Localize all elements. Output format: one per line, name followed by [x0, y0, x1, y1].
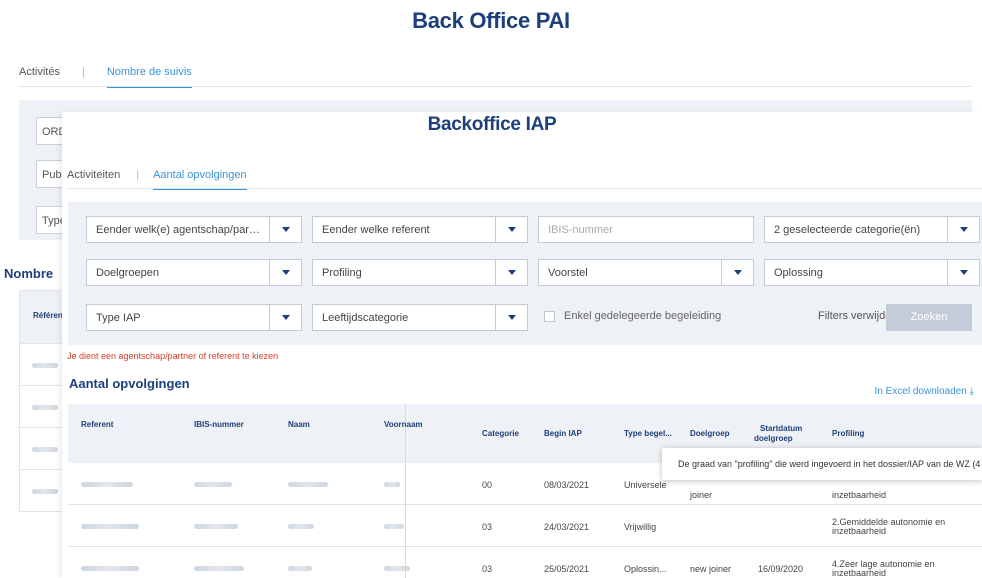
column-header-name[interactable]: Naam	[288, 420, 310, 429]
tab-bar: Activiteiten | Aantal opvolgingen	[67, 169, 247, 190]
download-icon: ⤓	[969, 386, 974, 397]
column-header: Référent	[20, 291, 68, 343]
agency-select-value: Eender welk(e) agentschap/partner	[96, 224, 261, 236]
chevron-down-icon[interactable]	[947, 259, 980, 286]
chevron-down-icon[interactable]	[269, 259, 302, 286]
foreground-window-iap: Backoffice IAP Activiteiten | Aantal opvol…	[62, 112, 982, 578]
table-row[interactable]	[20, 343, 68, 385]
excel-download-link[interactable]: In Excel downloaden ⤓	[875, 386, 975, 397]
section-title: Nombre	[4, 266, 54, 281]
column-header-begin-iap[interactable]: Begin IAP	[544, 429, 582, 438]
cell-type: Oplossin...	[624, 564, 667, 574]
column-header-ibis[interactable]: IBIS-nummer	[194, 420, 244, 429]
cell-target-group: joiner	[690, 490, 713, 500]
cell-profiling: 2.Gemiddelde autonomie en inzetbaarheid	[832, 517, 946, 536]
page-title: Back Office PAI	[412, 8, 570, 33]
category-select-value: 2 geselecteerde categorie(ën)	[774, 224, 921, 236]
table-row[interactable]: 03 25/05/2021 Oplossin... new joiner 16/…	[68, 547, 982, 578]
chevron-down-icon[interactable]	[269, 216, 302, 243]
cell-begin-iap: 08/03/2021	[544, 480, 590, 490]
column-header-target-group[interactable]: Doelgroep	[690, 429, 730, 438]
target-group-select-value: Doelgroepen	[96, 267, 159, 279]
profiling-select-value: Profiling	[322, 267, 362, 279]
table-row[interactable]: 03 24/03/2021 Vrijwillig 2.Gemiddelde au…	[68, 505, 982, 547]
agency-select[interactable]: Eender welk(e) agentschap/partner	[86, 216, 302, 243]
excel-download-label: In Excel downloaden	[874, 386, 967, 397]
cell-category: 03	[482, 522, 493, 532]
table-row[interactable]	[20, 427, 68, 469]
cell-category: 03	[482, 564, 493, 574]
tab-number-of-followups[interactable]: Nombre de suivis	[106, 66, 192, 88]
column-header-firstname[interactable]: Voornaam	[384, 420, 423, 429]
solution-select[interactable]: Oplossing	[764, 259, 980, 286]
filter-panel: Eender welk(e) agentschap/partner Eender…	[68, 202, 982, 345]
cell-type: Vrijwillig	[624, 522, 657, 532]
solution-select-value: Oplossing	[774, 267, 823, 279]
chevron-down-icon[interactable]	[495, 216, 528, 243]
ibis-number-input[interactable]: IBIS-nummer	[538, 216, 754, 243]
cell-profiling: inzetbaarheid	[832, 490, 887, 500]
cell-startdate: 16/09/2020	[758, 564, 804, 574]
proposal-select-value: Voorstel	[548, 267, 588, 279]
table-title: Aantal opvolgingen	[69, 376, 190, 391]
cell-profiling: 4.Zeer lage autonomie en inzetbaarheid	[832, 559, 935, 578]
table-row[interactable]	[20, 469, 68, 511]
chevron-down-icon[interactable]	[495, 304, 528, 331]
table-header-left	[68, 404, 405, 463]
cell-begin-iap: 25/05/2021	[544, 564, 590, 574]
tab-activities[interactable]: Activités	[19, 66, 60, 78]
cell-begin-iap: 24/03/2021	[544, 522, 590, 532]
search-button[interactable]: Zoeken	[886, 304, 972, 331]
column-header-category[interactable]: Categorie	[482, 429, 519, 438]
cell-category: 00	[482, 480, 493, 490]
age-category-select-value: Leeftijdscategorie	[322, 312, 409, 324]
target-group-select[interactable]: Doelgroepen	[86, 259, 302, 286]
delegated-checkbox-label[interactable]: Enkel gedelegeerde begeleiding	[564, 310, 721, 322]
followups-table: Referent IBIS-nummer Naam Voornaam Categ…	[68, 404, 982, 578]
type-iap-select[interactable]: Type IAP	[86, 304, 302, 331]
cell-target-group: new joiner	[690, 564, 732, 574]
cell-type: Universele	[624, 480, 667, 490]
age-category-select[interactable]: Leeftijdscategorie	[312, 304, 528, 331]
profiling-tooltip: De graad van "profiling" die werd ingevo…	[662, 448, 982, 480]
column-header-profiling[interactable]: Profiling	[832, 429, 864, 438]
proposal-select[interactable]: Voorstel	[538, 259, 754, 286]
column-header-type[interactable]: Type begel...	[624, 429, 672, 438]
delegated-checkbox[interactable]	[544, 311, 555, 322]
table-row[interactable]	[20, 385, 68, 427]
category-select[interactable]: 2 geselecteerde categorie(ën)	[764, 216, 980, 243]
chevron-down-icon[interactable]	[269, 304, 302, 331]
profiling-select[interactable]: Profiling	[312, 259, 528, 286]
chevron-down-icon[interactable]	[721, 259, 754, 286]
error-message: Je dient een agentschap/partner of refer…	[67, 351, 279, 361]
referent-select[interactable]: Eender welke referent	[312, 216, 528, 243]
tab-bar: Activités | Nombre de suivis	[19, 66, 192, 88]
tab-number-of-followups[interactable]: Aantal opvolgingen	[153, 169, 247, 190]
page-title: Backoffice IAP	[427, 114, 557, 135]
column-header-startdate-sub[interactable]: doelgroep	[754, 434, 793, 443]
chevron-down-icon[interactable]	[947, 216, 980, 243]
column-header-referent[interactable]: Referent	[81, 420, 113, 429]
chevron-down-icon[interactable]	[495, 259, 528, 286]
tab-activities[interactable]: Activiteiten	[67, 169, 120, 181]
type-iap-select-value: Type IAP	[96, 312, 141, 324]
referent-select-value: Eender welke referent	[322, 224, 430, 236]
column-header-startdate[interactable]: Startdatum	[760, 424, 802, 433]
